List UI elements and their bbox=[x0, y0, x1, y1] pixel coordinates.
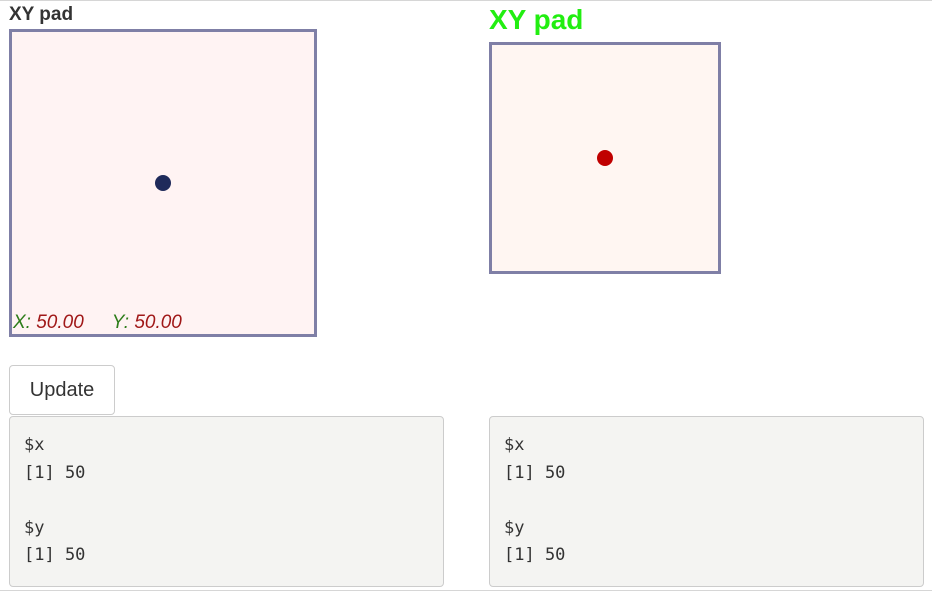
output-line: $x bbox=[24, 435, 45, 455]
x-readout-value: 50.00 bbox=[36, 312, 84, 333]
bottom-divider bbox=[0, 590, 932, 591]
right-output-panel: $x [1] 50 $y [1] 50 bbox=[489, 416, 924, 587]
output-line: [1] 50 bbox=[504, 462, 566, 483]
left-pad-handle[interactable] bbox=[155, 175, 171, 191]
left-output-panel: $x [1] 50 $y [1] 50 bbox=[9, 416, 444, 587]
output-line: [1] 50 bbox=[24, 462, 86, 483]
left-xy-pad[interactable]: X: 50.00 Y: 50.00 bbox=[9, 29, 317, 337]
left-pad-readout: X: 50.00 Y: 50.00 bbox=[13, 312, 182, 334]
output-line: $y bbox=[504, 517, 525, 538]
output-line: [1] 50 bbox=[504, 545, 566, 565]
left-pad-title: XY pad bbox=[9, 4, 74, 25]
right-pad-handle[interactable] bbox=[597, 150, 613, 166]
update-button[interactable]: Update bbox=[9, 365, 115, 415]
right-xy-pad[interactable] bbox=[489, 42, 721, 274]
y-readout-value: 50.00 bbox=[134, 312, 182, 333]
output-line: $x bbox=[504, 435, 525, 455]
x-readout-label: X: bbox=[13, 312, 31, 333]
right-pad-title: XY pad bbox=[489, 4, 584, 35]
output-line: [1] 50 bbox=[24, 545, 86, 565]
top-divider bbox=[0, 0, 932, 1]
output-line: $y bbox=[24, 517, 45, 538]
y-readout-label: Y: bbox=[111, 312, 130, 333]
